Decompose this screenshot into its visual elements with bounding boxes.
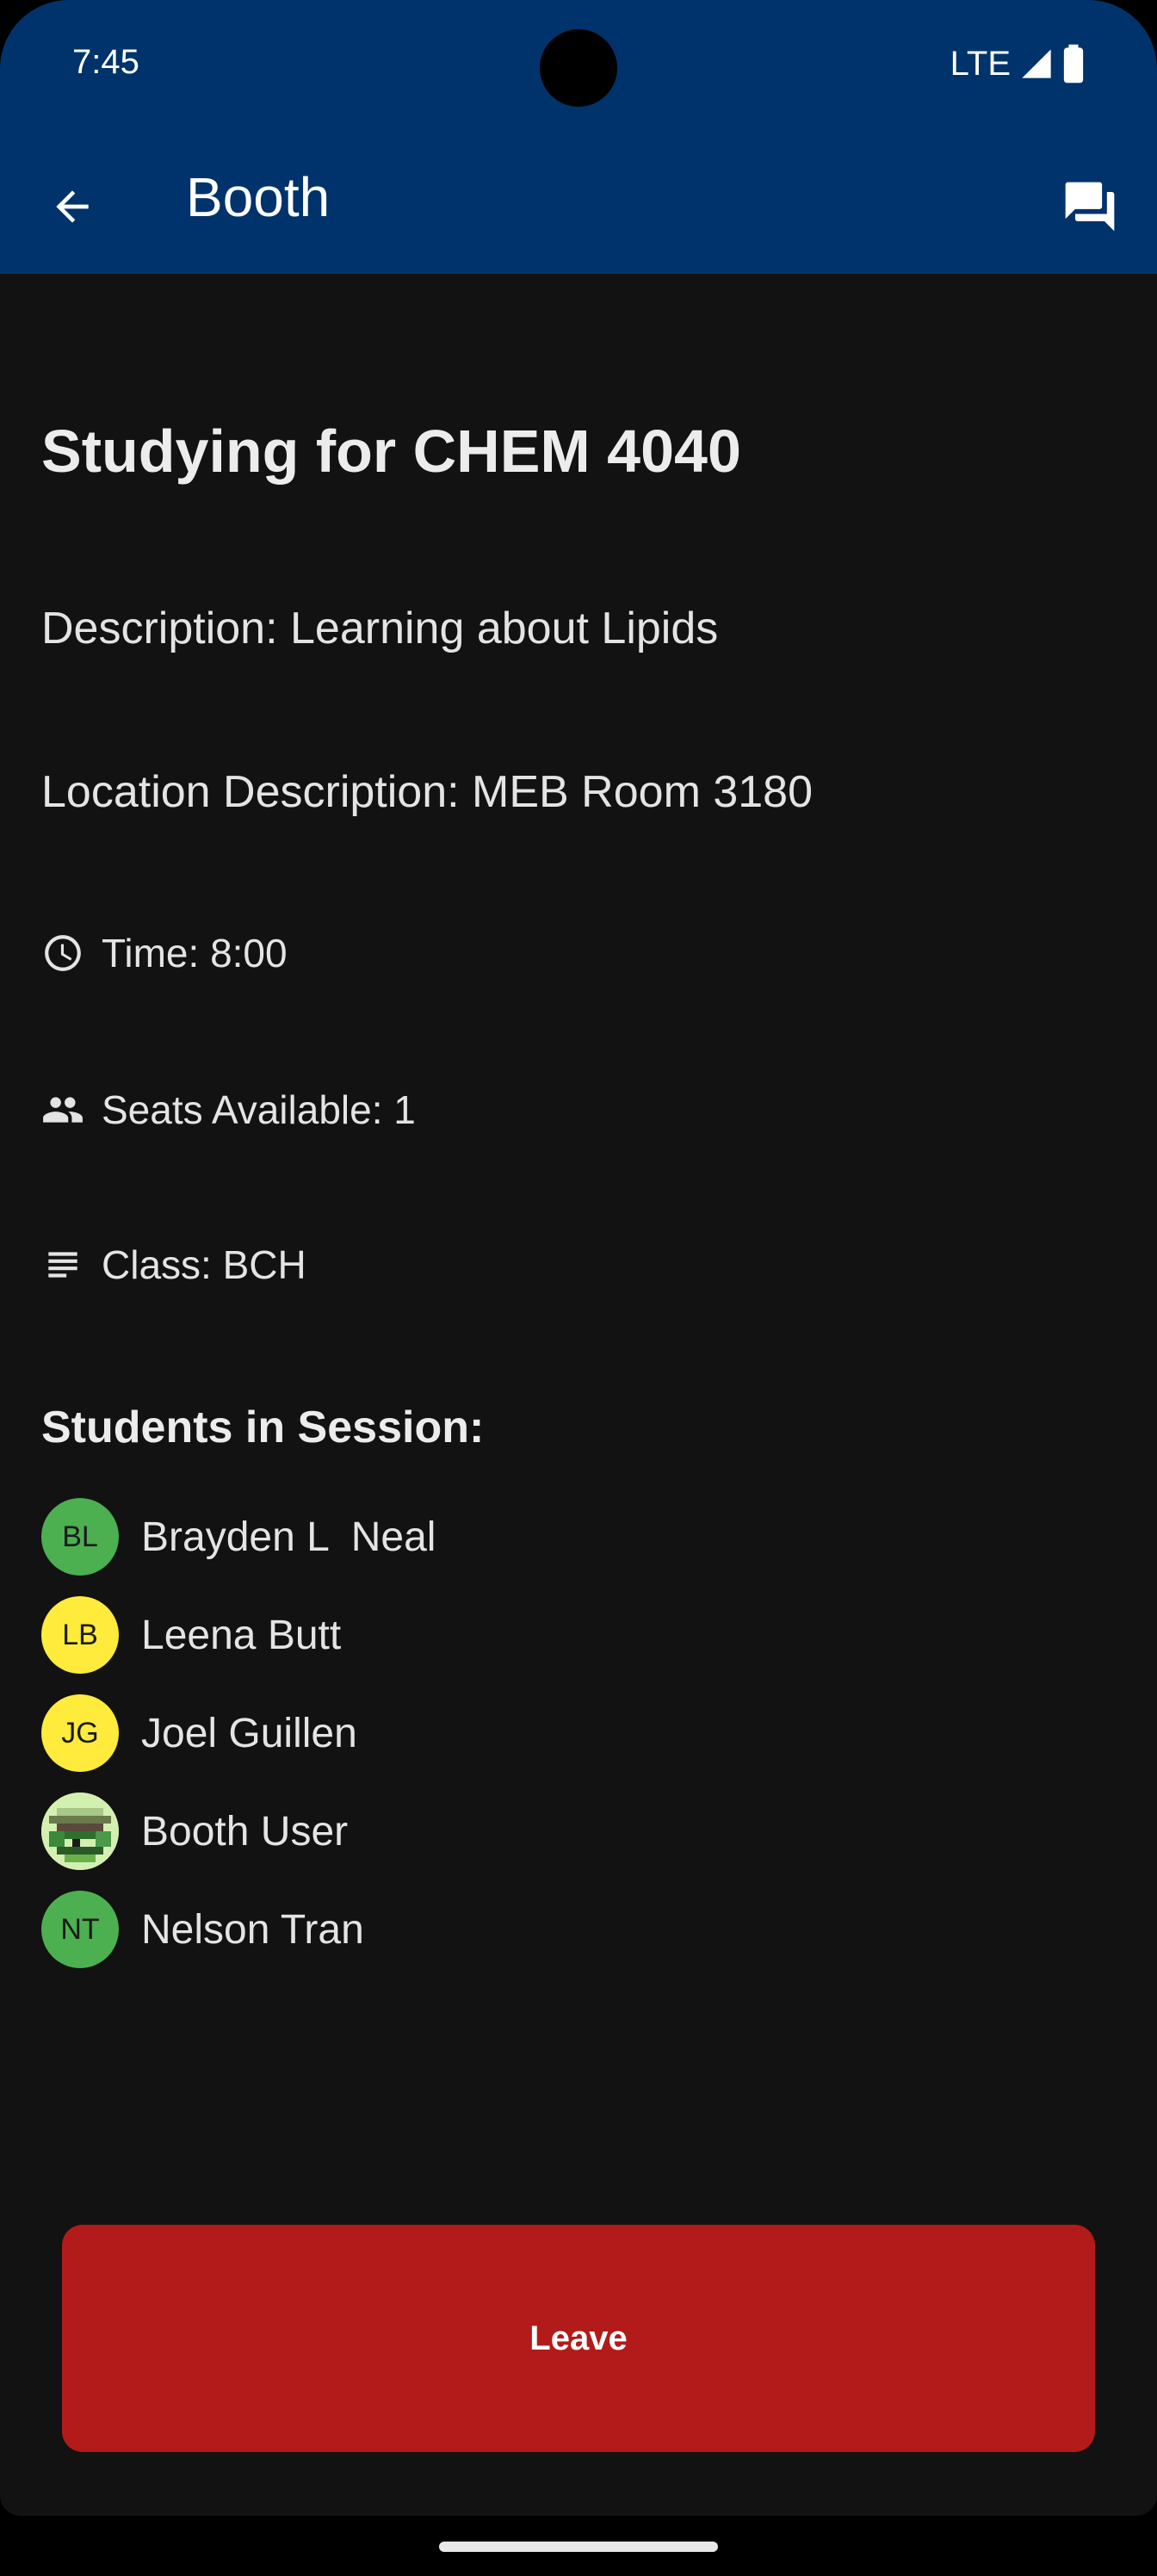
student-item[interactable]: JG Joel Guillen [41, 1684, 436, 1782]
avatar: JG [41, 1694, 119, 1772]
battery-icon [1063, 44, 1084, 84]
app-bar: Booth [0, 129, 1157, 274]
avatar-image [41, 1793, 119, 1870]
student-item[interactable]: Booth User [41, 1782, 436, 1880]
session-title: Studying for CHEM 4040 [41, 418, 741, 485]
leave-button[interactable]: Leave [62, 2225, 1095, 2452]
avatar-initials: JG [61, 1716, 99, 1749]
camera-cutout [540, 29, 617, 107]
status-bar: 7:45 LTE [0, 0, 1157, 129]
chat-button[interactable] [1054, 170, 1126, 243]
people-icon [43, 1097, 83, 1123]
phone-screen: 7:45 LTE Booth Studying for CHEM 4040 De… [0, 0, 1157, 2516]
clock-icon [45, 935, 81, 971]
arrow-back-icon [56, 190, 89, 223]
students-heading: Students in Session: [41, 1403, 485, 1452]
student-name: Nelson Tran [141, 1906, 364, 1953]
session-time: Time: 8:00 [102, 931, 288, 975]
student-name: Joel Guillen [141, 1710, 357, 1756]
time-row: Time: 8:00 [41, 930, 288, 976]
status-indicators: LTE [950, 38, 1085, 90]
session-description: Description: Learning about Lipids [41, 604, 719, 653]
page-title: Booth [186, 166, 331, 228]
student-name: Booth User [141, 1808, 349, 1855]
notes-icon [48, 1252, 77, 1278]
students-list: BL Brayden L Neal LB Leena Butt JG Joel … [41, 1488, 436, 1978]
seats-row: Seats Available: 1 [41, 1087, 416, 1133]
home-indicator[interactable] [439, 2542, 718, 2552]
avatar-initials: LB [62, 1618, 98, 1651]
student-item[interactable]: LB Leena Butt [41, 1586, 436, 1684]
session-seats: Seats Available: 1 [102, 1087, 416, 1132]
session-location: Location Description: MEB Room 3180 [41, 767, 814, 817]
student-name: Leena Butt [141, 1612, 342, 1658]
back-button[interactable] [36, 170, 108, 243]
avatar: LB [41, 1596, 119, 1674]
class-row: Class: BCH [41, 1242, 306, 1288]
student-name: Brayden L Neal [141, 1514, 436, 1560]
session-class: Class: BCH [102, 1242, 306, 1287]
student-item[interactable]: NT Nelson Tran [41, 1880, 436, 1978]
avatar-initials: NT [60, 1912, 100, 1946]
forum-icon [1065, 182, 1115, 232]
pixel-avatar-icon [41, 1793, 119, 1870]
avatar-initials: BL [62, 1520, 98, 1553]
network-type: LTE [950, 44, 1011, 83]
avatar: NT [41, 1891, 119, 1968]
status-time: 7:45 [72, 43, 139, 81]
avatar: BL [41, 1498, 119, 1576]
signal-icon [1022, 49, 1051, 78]
student-item[interactable]: BL Brayden L Neal [41, 1488, 436, 1586]
